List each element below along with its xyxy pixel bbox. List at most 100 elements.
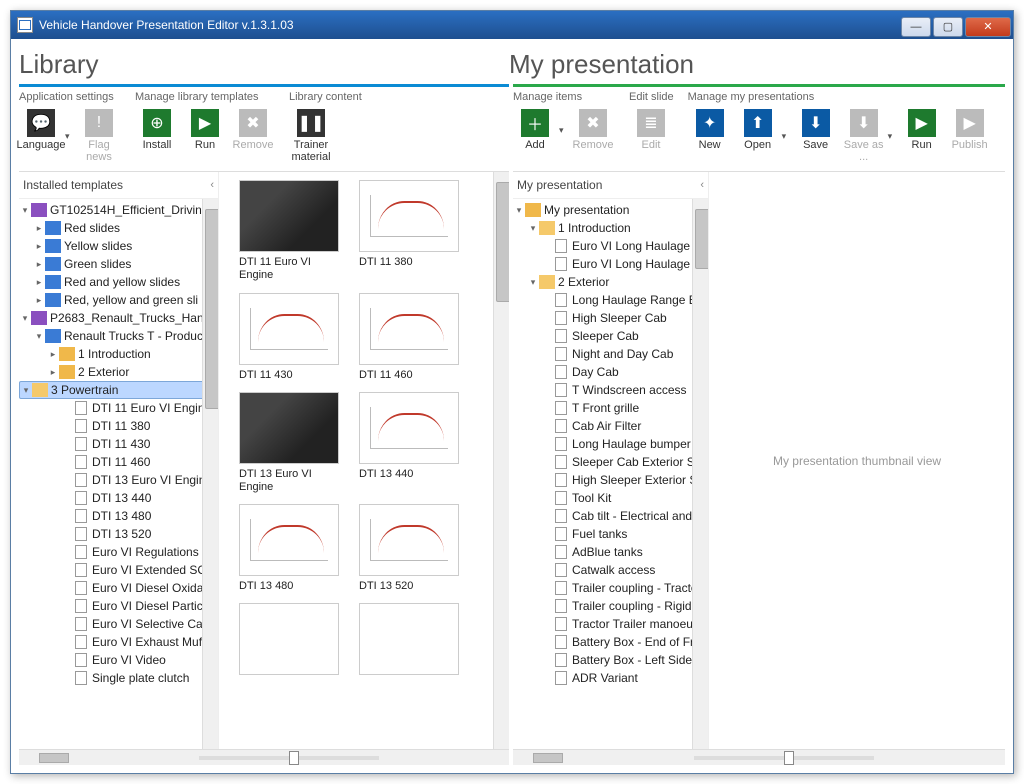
publish-button[interactable]: ▶Publish [948,109,992,151]
tree-item[interactable]: ▸High Sleeper Cab [513,309,708,327]
tree-item[interactable]: ▸High Sleeper Exterior St [513,471,708,489]
tree-item[interactable]: ▸Euro VI Diesel Particu [19,597,218,615]
expander-icon[interactable]: ▸ [33,259,45,270]
tree-item[interactable]: ▾GT102514H_Efficient_Drivin [19,201,218,219]
expander-icon[interactable]: ▾ [20,385,32,396]
library-thumb[interactable] [359,603,459,679]
tree-item[interactable]: ▾Renault Trucks T - Produc [19,327,218,345]
tree-item[interactable]: ▸Cab tilt - Electrical and I [513,507,708,525]
add-button[interactable]: ＋Add [513,109,557,151]
flag-news-button[interactable]: !Flag news [77,109,121,163]
scrollbar[interactable] [202,199,218,749]
tree-item[interactable]: ▸Catwalk access [513,561,708,579]
tree-item[interactable]: ▸1 Introduction [19,345,218,363]
tree-item[interactable]: ▸Battery Box - Left Side [513,651,708,669]
tree-item[interactable]: ▸Day Cab [513,363,708,381]
run-pres-button[interactable]: ▶Run [900,109,944,151]
titlebar[interactable]: Vehicle Handover Presentation Editor v.1… [11,11,1013,39]
tree-item[interactable]: ▸DTI 13 440 [19,489,218,507]
remove-lib-button[interactable]: ✖Remove [231,109,275,151]
tree-item[interactable]: ▾P2683_Renault_Trucks_Han [19,309,218,327]
tree-item[interactable]: ▸Long Haulage bumper [513,435,708,453]
expander-icon[interactable]: ▸ [47,367,59,378]
expander-icon[interactable]: ▾ [513,205,525,216]
presentation-tree[interactable]: ▾My presentation▾1 Introduction▸Euro VI … [513,199,708,689]
tree-item[interactable]: ▸AdBlue tanks [513,543,708,561]
tree-item[interactable]: ▸DTI 13 520 [19,525,218,543]
expander-icon[interactable]: ▾ [19,313,31,324]
tree-item[interactable]: ▸Euro VI Exhaust Muff [19,633,218,651]
tree-item[interactable]: ▸Yellow slides [19,237,218,255]
maximize-button[interactable]: ▢ [933,17,963,37]
save-button[interactable]: ⬇Save [794,109,838,151]
tree-item[interactable]: ▸Battery Box - End of Fra [513,633,708,651]
tree-item[interactable]: ▸Euro VI Long Haulage R [513,237,708,255]
install-button[interactable]: ⊕Install [135,109,179,151]
zoom-slider[interactable] [69,756,509,760]
library-thumbnails[interactable]: DTI 11 Euro VI EngineDTI 11 380DTI 11 43… [219,172,509,687]
scrollbar[interactable] [493,172,509,749]
tree-item[interactable]: ▸Euro VI Video [19,651,218,669]
tree-item[interactable]: ▸T Front grille [513,399,708,417]
tree-item[interactable]: ▸Red slides [19,219,218,237]
expander-icon[interactable]: ▸ [33,295,45,306]
scrollbar[interactable] [692,199,708,749]
tree-item[interactable]: ▸Green slides [19,255,218,273]
tree-item[interactable]: ▾3 Powertrain [19,381,218,399]
tree-item[interactable]: ▸Fuel tanks [513,525,708,543]
library-thumb[interactable]: DTI 13 520 [359,504,459,593]
tree-item[interactable]: ▸DTI 13 480 [19,507,218,525]
expander-icon[interactable]: ▾ [33,331,45,342]
tree-item[interactable]: ▸Trailer coupling - Rigid [513,597,708,615]
tree-item[interactable]: ▸Euro VI Long Haulage R [513,255,708,273]
tree-item[interactable]: ▸DTI 11 430 [19,435,218,453]
tree-item[interactable]: ▸Trailer coupling - Tracto [513,579,708,597]
expander-icon[interactable]: ▸ [47,349,59,360]
tree-item[interactable]: ▾1 Introduction [513,219,708,237]
expander-icon[interactable]: ▸ [33,241,45,252]
trainer-material-button[interactable]: ❚❚Trainer material [289,109,333,163]
close-button[interactable]: ✕ [965,17,1011,37]
tree-item[interactable]: ▸Long Haulage Range Ex [513,291,708,309]
tree-item[interactable]: ▸Single plate clutch [19,669,218,687]
language-button[interactable]: 💬Language [19,109,63,151]
expander-icon[interactable]: ▾ [527,277,539,288]
tree-item[interactable]: ▸Euro VI Regulations [19,543,218,561]
caret-icon[interactable]: ▾ [65,131,73,142]
tree-item[interactable]: ▸DTI 11 380 [19,417,218,435]
library-thumb[interactable] [239,603,339,679]
tree-item[interactable]: ▸Tool Kit [513,489,708,507]
hscroll-pres[interactable] [513,749,1005,765]
caret-icon[interactable]: ▾ [559,125,567,136]
saveas-button[interactable]: ⬇Save as ... [842,109,886,163]
tree-item[interactable]: ▸ADR Variant [513,669,708,687]
edit-button[interactable]: ≣Edit [629,109,673,151]
tree-item[interactable]: ▾2 Exterior [513,273,708,291]
tree-item[interactable]: ▸Night and Day Cab [513,345,708,363]
tree-item[interactable]: ▸Euro VI Diesel Oxidat [19,579,218,597]
tree-item[interactable]: ▸T Windscreen access [513,381,708,399]
tree-item[interactable]: ▾My presentation [513,201,708,219]
minimize-button[interactable]: — [901,17,931,37]
caret-icon[interactable]: ▾ [888,131,896,142]
tree-item[interactable]: ▸DTI 11 460 [19,453,218,471]
library-thumb[interactable]: DTI 11 Euro VI Engine [239,180,339,282]
library-tree[interactable]: ▾GT102514H_Efficient_Drivin▸Red slides▸Y… [19,199,218,689]
tree-item[interactable]: ▸Sleeper Cab [513,327,708,345]
expander-icon[interactable]: ▾ [19,205,31,216]
run-lib-button[interactable]: ▶Run [183,109,227,151]
expander-icon[interactable]: ▾ [527,223,539,234]
tree-item[interactable]: ▸Tractor Trailer manoeuv [513,615,708,633]
library-thumb[interactable]: DTI 11 380 [359,180,459,282]
library-thumb[interactable]: DTI 13 440 [359,392,459,494]
library-thumb[interactable]: DTI 11 460 [359,293,459,382]
tree-item[interactable]: ▸DTI 11 Euro VI Engine [19,399,218,417]
tree-item[interactable]: ▸Sleeper Cab Exterior Sto [513,453,708,471]
tree-item[interactable]: ▸2 Exterior [19,363,218,381]
tree-item[interactable]: ▸Red and yellow slides [19,273,218,291]
library-thumb[interactable]: DTI 13 480 [239,504,339,593]
caret-icon[interactable]: ▾ [782,131,790,142]
hscroll-lib[interactable] [19,749,509,765]
tree-item[interactable]: ▸Red, yellow and green sli [19,291,218,309]
tree-item[interactable]: ▸Euro VI Extended SCR [19,561,218,579]
